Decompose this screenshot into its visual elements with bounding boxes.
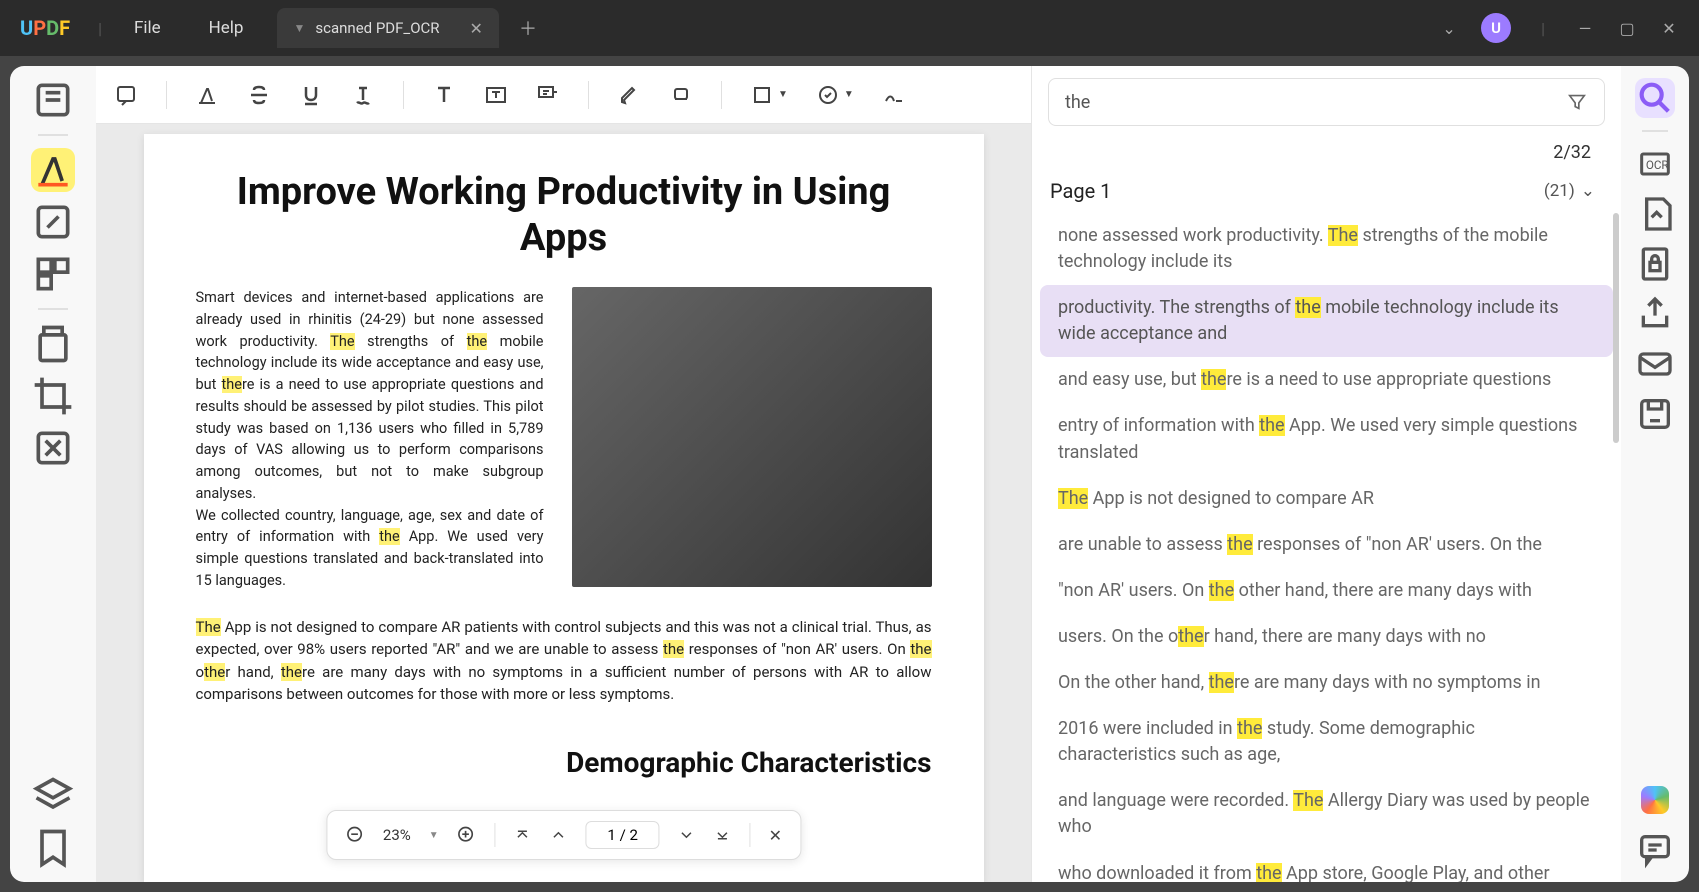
underline-button[interactable]	[299, 83, 323, 107]
note-button[interactable]	[114, 83, 138, 107]
scrollbar[interactable]	[1613, 213, 1619, 443]
callout-button[interactable]	[536, 83, 560, 107]
zoom-in-button[interactable]	[457, 825, 477, 845]
page-nav-bar: 23% ▼ 1 / 2 ✕	[326, 810, 801, 860]
user-avatar[interactable]: U	[1481, 13, 1511, 43]
search-result-item[interactable]: none assessed work productivity. The str…	[1040, 213, 1613, 285]
filter-icon[interactable]	[1566, 91, 1588, 113]
search-results[interactable]: none assessed work productivity. The str…	[1032, 213, 1621, 882]
page-image	[572, 287, 932, 587]
search-result-item[interactable]: and easy use, but there is a need to use…	[1040, 357, 1613, 403]
right-rail: OCR	[1621, 66, 1689, 882]
feedback-button[interactable]	[1635, 830, 1675, 870]
first-page-button[interactable]	[514, 826, 532, 844]
search-result-item[interactable]: users. On the other hand, there are many…	[1040, 614, 1613, 660]
menu-file[interactable]: File	[110, 18, 185, 38]
page-title: Improve Working Productivity in Using Ap…	[196, 170, 932, 261]
chevron-down-icon: ⌄	[1581, 181, 1595, 201]
page-tool[interactable]	[31, 252, 75, 296]
strikethrough-button[interactable]	[247, 83, 271, 107]
text-button[interactable]	[432, 83, 456, 107]
divider: |	[1541, 19, 1545, 38]
ocr-button[interactable]: OCR	[1635, 144, 1675, 184]
maximize-button[interactable]: ▢	[1617, 19, 1637, 38]
left-rail	[10, 66, 96, 882]
body-text-2: The App is not designed to compare AR pa…	[196, 616, 932, 706]
main-area: ▼ ▼ Improve Working Productivity in Usin…	[0, 56, 1699, 892]
ai-button[interactable]	[1635, 780, 1675, 820]
minimize-button[interactable]: —	[1575, 19, 1595, 38]
search-result-item[interactable]: who downloaded it from the App store, Go…	[1040, 851, 1613, 883]
comment-tool[interactable]	[31, 148, 75, 192]
save-button[interactable]	[1635, 394, 1675, 434]
page-result-header[interactable]: Page 1 (21) ⌄	[1032, 173, 1621, 213]
share-button[interactable]	[1635, 294, 1675, 334]
search-result-item[interactable]: On the other hand, there are many days w…	[1040, 660, 1613, 706]
result-count: 2/32	[1032, 138, 1621, 173]
section-heading: Demographic Characteristics	[196, 746, 932, 779]
email-button[interactable]	[1635, 344, 1675, 384]
search-result-item[interactable]: and language were recorded. The Allergy …	[1040, 778, 1613, 850]
squiggle-button[interactable]	[351, 83, 375, 107]
search-result-item[interactable]: 2016 were included in the study. Some de…	[1040, 706, 1613, 778]
form-tool[interactable]	[31, 322, 75, 366]
search-panel: the 2/32 Page 1 (21) ⌄ none assessed wor…	[1031, 66, 1621, 882]
body-text: Smart devices and internet-based applica…	[196, 287, 544, 592]
next-page-button[interactable]	[678, 826, 696, 844]
search-result-item[interactable]: are unable to assess the responses of "n…	[1040, 522, 1613, 568]
close-icon[interactable]: ✕	[470, 19, 483, 38]
pencil-button[interactable]	[617, 83, 641, 107]
page-input[interactable]: 1 / 2	[586, 821, 660, 849]
menu-help[interactable]: Help	[185, 18, 268, 38]
textbox-button[interactable]	[484, 83, 508, 107]
search-input[interactable]: the	[1048, 78, 1605, 126]
document-tab[interactable]: ▼ scanned PDF_OCR ✕	[277, 8, 498, 48]
close-pagebar-button[interactable]: ✕	[769, 826, 782, 845]
search-result-item[interactable]: entry of information with the App. We us…	[1040, 403, 1613, 475]
search-result-item[interactable]: productivity. The strengths of the mobil…	[1040, 285, 1613, 357]
rectangle-button[interactable]: ▼	[750, 83, 788, 107]
last-page-button[interactable]	[714, 826, 732, 844]
search-result-item[interactable]: The App is not designed to compare AR	[1040, 476, 1613, 522]
page-result-label: Page 1	[1050, 179, 1111, 203]
layers-tool[interactable]	[31, 774, 75, 818]
crop-tool[interactable]	[31, 374, 75, 418]
zoom-out-button[interactable]	[345, 825, 365, 845]
bookmark-tool[interactable]	[31, 826, 75, 870]
protect-button[interactable]	[1635, 244, 1675, 284]
titlebar: UPDF | File Help ▼ scanned PDF_OCR ✕ ＋ ⌄…	[0, 0, 1699, 56]
highlight-button[interactable]	[195, 83, 219, 107]
search-result-item[interactable]: "non AR' users. On the other hand, there…	[1040, 568, 1613, 614]
redact-tool[interactable]	[31, 426, 75, 470]
convert-button[interactable]	[1635, 194, 1675, 234]
reader-tool[interactable]	[31, 78, 75, 122]
zoom-dropdown-icon[interactable]: ▼	[429, 830, 439, 841]
tab-dropdown-icon[interactable]: ▼	[293, 21, 305, 35]
svg-text:OCR: OCR	[1646, 158, 1669, 172]
document-viewport[interactable]: Improve Working Productivity in Using Ap…	[96, 124, 1031, 882]
signature-button[interactable]	[882, 83, 906, 107]
document-page: Improve Working Productivity in Using Ap…	[144, 134, 984, 882]
app-logo: UPDF	[0, 16, 90, 40]
eraser-button[interactable]	[669, 83, 693, 107]
annotation-toolbar: ▼ ▼	[96, 66, 1031, 124]
edit-tool[interactable]	[31, 200, 75, 244]
stamp-button[interactable]: ▼	[816, 83, 854, 107]
tab-label: scanned PDF_OCR	[315, 19, 439, 37]
close-window-button[interactable]: ✕	[1659, 19, 1679, 38]
zoom-level[interactable]: 23%	[383, 826, 411, 844]
prev-page-button[interactable]	[550, 826, 568, 844]
search-button[interactable]	[1635, 78, 1675, 118]
new-tab-button[interactable]: ＋	[499, 15, 557, 41]
chevron-down-icon[interactable]: ⌄	[1439, 19, 1459, 38]
divider: |	[98, 19, 102, 38]
